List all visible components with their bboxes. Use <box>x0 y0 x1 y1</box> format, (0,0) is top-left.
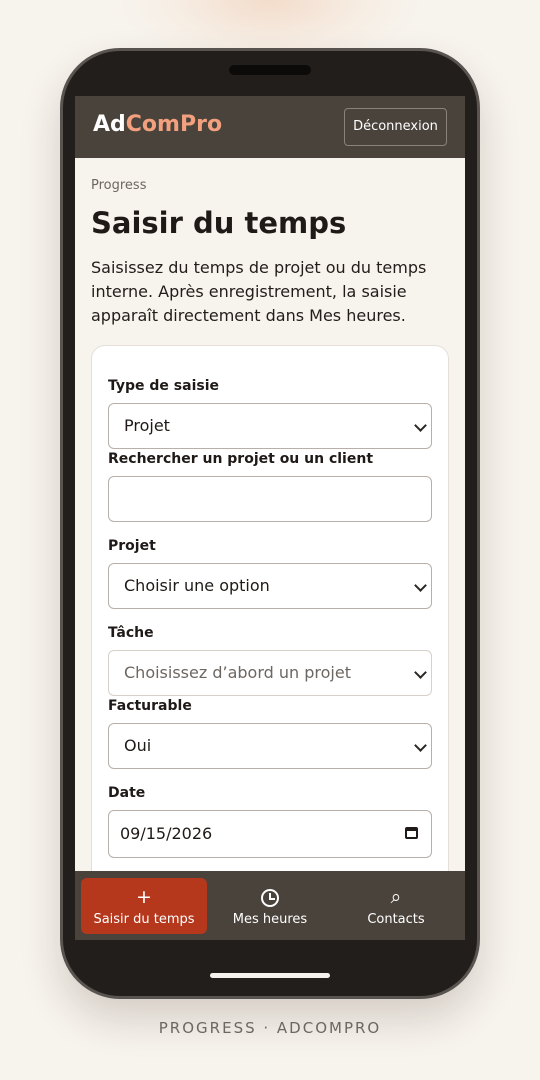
chevron-down-icon <box>414 739 427 752</box>
page-description: Saisissez du temps de projet ou du temps… <box>91 258 427 325</box>
date-value: 09/15/2026 <box>120 824 213 843</box>
brand-logo[interactable]: AdComPro <box>93 112 222 138</box>
footer-caption: PROGRESS · ADCOMPRO <box>158 1019 382 1037</box>
billable-select[interactable]: Oui <box>108 723 432 769</box>
task-select[interactable]: Choisissez d’abord un projet <box>108 650 432 696</box>
clock-icon <box>261 889 279 907</box>
nav-item-saisir-du-temps[interactable]: + Saisir du temps <box>81 878 207 934</box>
chevron-down-icon <box>414 419 427 432</box>
entry-type-label: Type de saisie <box>108 378 220 394</box>
date-input[interactable]: 09/15/2026 <box>108 810 432 858</box>
entry-type-value: Projet <box>124 416 170 435</box>
project-select[interactable]: Choisir une option <box>108 563 432 609</box>
section-eyebrow: Progress <box>91 178 147 193</box>
task-value: Choisissez d’abord un projet <box>124 663 351 682</box>
brand-name-part1: Ad <box>93 112 126 137</box>
phone-speaker <box>229 65 311 75</box>
time-entry-form: Type de saisie Projet Rechercher un proj… <box>91 345 449 871</box>
nav-item-contacts[interactable]: ⌕ Contacts <box>333 878 459 934</box>
nav-item-mes-heures[interactable]: Mes heures <box>207 878 333 934</box>
project-label: Projet <box>108 538 156 554</box>
search-icon: ⌕ <box>390 886 402 908</box>
plus-icon: + <box>136 886 152 908</box>
nav-item-label: Contacts <box>367 912 425 927</box>
brand-name-part2: ComPro <box>125 112 223 137</box>
logout-button[interactable]: Déconnexion <box>344 108 447 146</box>
chevron-down-icon <box>414 666 427 679</box>
task-label: Tâche <box>108 625 154 641</box>
app-header: AdComPro Déconnexion <box>75 96 465 158</box>
date-label: Date <box>108 785 146 801</box>
phone-frame: AdComPro Déconnexion Progress Saisir du … <box>60 48 480 999</box>
bottom-navigation: + Saisir du temps Mes heures ⌕ Contacts <box>75 871 465 940</box>
project-value: Choisir une option <box>124 576 270 595</box>
chevron-down-icon <box>414 579 427 592</box>
home-indicator <box>210 973 330 978</box>
nav-item-label: Mes heures <box>232 912 308 927</box>
entry-type-select[interactable]: Projet <box>108 403 432 449</box>
app-screen: AdComPro Déconnexion Progress Saisir du … <box>75 96 465 940</box>
billable-value: Oui <box>124 736 152 755</box>
search-input[interactable] <box>108 476 432 522</box>
page-title: Saisir du temps <box>91 206 347 240</box>
main-content[interactable]: Progress Saisir du temps Saisissez du te… <box>75 158 465 871</box>
search-label: Rechercher un projet ou un client <box>108 451 374 467</box>
calendar-icon[interactable] <box>405 827 418 839</box>
nav-item-label: Saisir du temps <box>93 912 195 927</box>
billable-label: Facturable <box>108 698 192 714</box>
